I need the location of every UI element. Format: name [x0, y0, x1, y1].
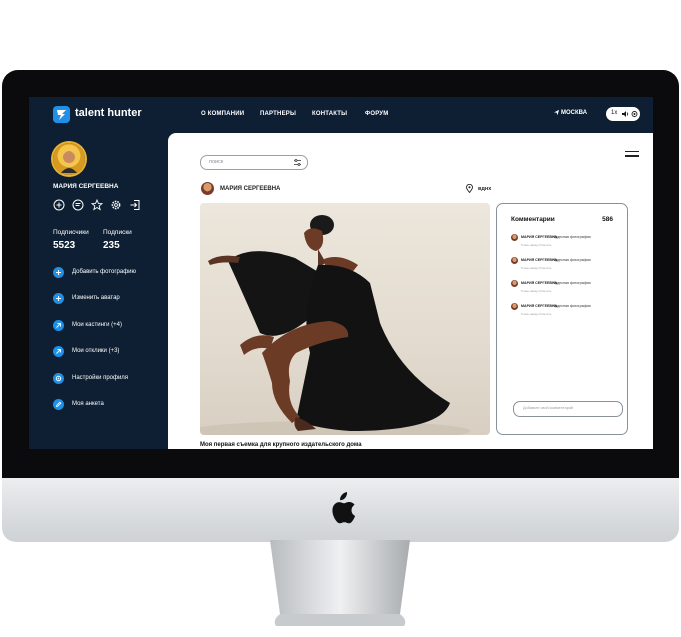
- comment-item: МАРИЯ СЕРГЕЕВНА Чудесная фотография 5 ми…: [511, 303, 621, 319]
- eye-icon: [631, 111, 638, 117]
- menu-my-responses[interactable]: Мои отклики (+3): [53, 346, 163, 358]
- search-input[interactable]: поиск: [200, 155, 308, 170]
- commenter-name[interactable]: МАРИЯ СЕРГЕЕВНА: [521, 258, 557, 262]
- edit-icon: [53, 399, 64, 410]
- location-arrow-icon: [553, 109, 560, 116]
- comment-meta[interactable]: 5 мин назад Ответить: [521, 312, 551, 316]
- post-location[interactable]: вднх: [478, 186, 491, 192]
- nav-link-forum[interactable]: ФОРУМ: [365, 111, 388, 117]
- commenter-avatar[interactable]: [511, 257, 518, 264]
- following-label: Подписки: [103, 229, 132, 236]
- comment-meta[interactable]: 5 мин назад Ответить: [521, 289, 551, 293]
- following-count[interactable]: 235: [103, 240, 120, 251]
- menu-add-photo[interactable]: Добавить фотографию: [53, 267, 163, 279]
- nav-link-company[interactable]: О КОМПАНИИ: [201, 111, 244, 117]
- commenter-name[interactable]: МАРИЯ СЕРГЕЕВНА: [521, 235, 557, 239]
- arrow-up-right-icon: [53, 346, 64, 357]
- menu-change-avatar[interactable]: Изменить аватар: [53, 293, 163, 305]
- post-author-avatar[interactable]: [201, 182, 214, 195]
- location-pin-icon: [466, 184, 473, 193]
- nav-link-partners[interactable]: ПАРТНЕРЫ: [260, 111, 296, 117]
- menu-my-profile-form[interactable]: Моя анкета: [53, 399, 163, 411]
- arrow-up-right-icon: [53, 320, 64, 331]
- menu-label: Настройки профиля: [72, 375, 129, 381]
- apple-logo-icon: [332, 492, 356, 524]
- comment-item: МАРИЯ СЕРГЕЕВНА Чудесная фотография 5 ми…: [511, 234, 621, 250]
- accessibility-toggle[interactable]: 1x: [606, 107, 640, 121]
- commenter-name[interactable]: МАРИЯ СЕРГЕЕВНА: [521, 304, 557, 308]
- comment-text: Чудесная фотография: [553, 304, 591, 308]
- star-icon[interactable]: [91, 199, 103, 211]
- comments-total: 586: [602, 216, 613, 223]
- add-icon[interactable]: [53, 199, 65, 211]
- profile-avatar[interactable]: [53, 143, 85, 175]
- menu-label: Изменить аватар: [72, 295, 120, 301]
- comment-item: МАРИЯ СЕРГЕЕВНА Чудесная фотография 5 ми…: [511, 280, 621, 296]
- search-placeholder: поиск: [209, 159, 224, 165]
- post-author-name[interactable]: МАРИЯ СЕРГЕЕВНА: [220, 186, 280, 192]
- comments-panel: Комментарии 586 МАРИЯ СЕРГЕЕВНА Чудесная…: [496, 203, 628, 435]
- profile-actions: [53, 199, 163, 213]
- logout-icon[interactable]: [129, 199, 141, 211]
- commenter-name[interactable]: МАРИЯ СЕРГЕЕВНА: [521, 281, 557, 285]
- post-caption: Моя первая съемка для крупного издательс…: [200, 442, 362, 448]
- commenter-avatar[interactable]: [511, 234, 518, 241]
- feed-panel: поиск МАРИЯ СЕРГЕЕВНА вднх Моя первая съ…: [168, 133, 653, 449]
- profile-sidebar: МАРИЯ СЕРГЕЕВНА Подписчики 5523 Подписки…: [29, 133, 168, 449]
- menu-label: Мои кастинги (+4): [72, 322, 122, 328]
- city-selector[interactable]: МОСКВА: [561, 110, 587, 116]
- nav-link-contacts[interactable]: КОНТАКТЫ: [312, 111, 347, 117]
- comment-text: Чудесная фотография: [553, 235, 591, 239]
- commenter-avatar[interactable]: [511, 303, 518, 310]
- menu-label: Моя анкета: [72, 401, 104, 407]
- app-screen: talent hunter О КОМПАНИИ ПАРТНЕРЫ КОНТАК…: [29, 97, 653, 449]
- comment-meta[interactable]: 5 мин назад Ответить: [521, 266, 551, 270]
- top-navigation: talent hunter О КОМПАНИИ ПАРТНЕРЫ КОНТАК…: [29, 97, 653, 133]
- model-photo-illustration: [200, 215, 470, 435]
- settings-icon[interactable]: [110, 199, 122, 211]
- plus-icon: [53, 267, 64, 278]
- filter-icon[interactable]: [293, 158, 302, 167]
- comment-input[interactable]: Добавьте свой комментарий: [513, 401, 623, 417]
- followers-count[interactable]: 5523: [53, 240, 75, 251]
- comment-meta[interactable]: 5 мин назад Ответить: [521, 243, 551, 247]
- brand-name[interactable]: talent hunter: [75, 107, 142, 119]
- comment-item: МАРИЯ СЕРГЕЕВНА Чудесная фотография 5 ми…: [511, 257, 621, 273]
- followers-label: Подписчики: [53, 229, 89, 236]
- toggle-label: 1x: [611, 110, 618, 116]
- chat-icon[interactable]: [72, 199, 84, 211]
- profile-name: МАРИЯ СЕРГЕЕВНА: [53, 183, 119, 190]
- post-photo[interactable]: 2к 856: [200, 203, 490, 435]
- menu-profile-settings[interactable]: Настройки профиля: [53, 373, 163, 385]
- menu-my-castings[interactable]: Мои кастинги (+4): [53, 320, 163, 332]
- comment-input-placeholder: Добавьте свой комментарий: [523, 406, 574, 410]
- plus-icon: [53, 293, 64, 304]
- logo-icon[interactable]: [53, 106, 70, 123]
- settings-icon: [53, 373, 64, 384]
- monitor-stand: [270, 540, 410, 626]
- sound-icon: [622, 111, 629, 117]
- menu-label: Мои отклики (+3): [72, 348, 120, 354]
- comment-text: Чудесная фотография: [553, 258, 591, 262]
- comment-text: Чудесная фотография: [553, 281, 591, 285]
- commenter-avatar[interactable]: [511, 280, 518, 287]
- menu-hamburger-icon[interactable]: [625, 151, 639, 159]
- comments-title: Комментарии: [511, 216, 555, 223]
- menu-label: Добавить фотографию: [72, 269, 136, 275]
